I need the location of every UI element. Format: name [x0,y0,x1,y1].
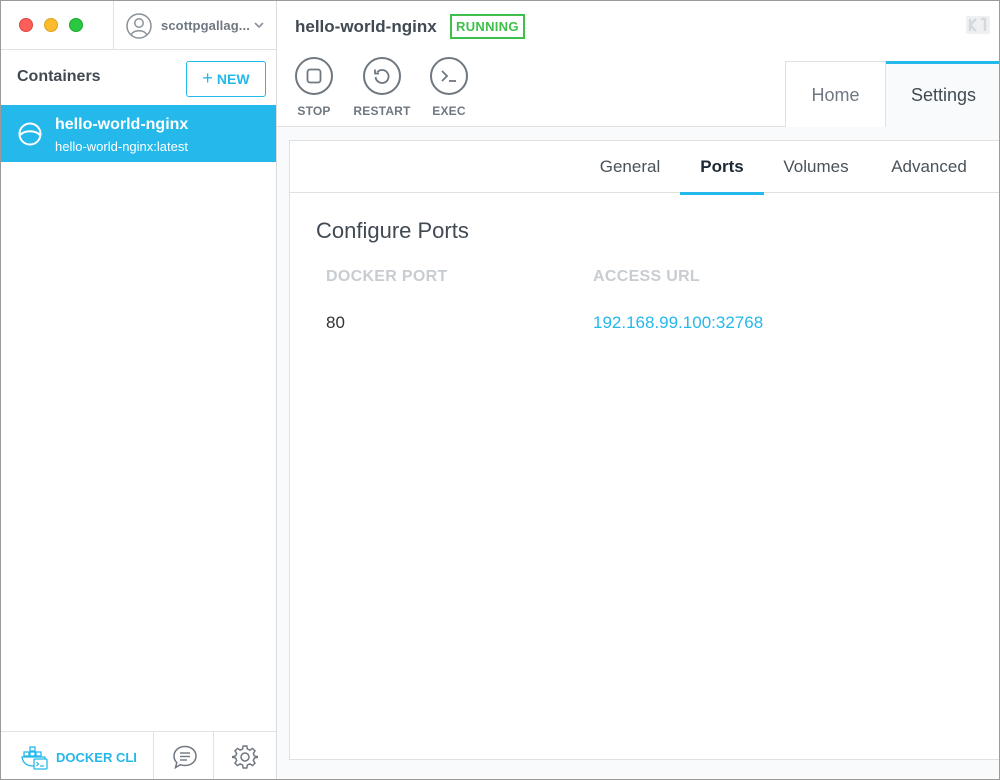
access-url-link[interactable]: 192.168.99.100:32768 [593,313,763,333]
new-container-button[interactable]: + NEW [186,61,266,97]
settings-subtabs: General Ports Volumes Advanced [290,141,999,195]
user-avatar-icon [126,13,152,39]
stop-icon [306,68,322,84]
subtab-general[interactable]: General [590,141,670,193]
stop-button[interactable]: STOP [279,57,349,121]
tab-settings[interactable]: Settings [886,61,999,127]
subtab-volumes[interactable]: Volumes [780,141,852,193]
docker-cli-button[interactable]: DOCKER CLI [1,732,154,779]
docker-port-value: 80 [326,313,345,332]
zoom-window-button[interactable] [69,18,83,32]
terminal-icon [441,70,456,82]
close-window-button[interactable] [19,18,33,32]
container-title: hello-world-nginx [295,17,437,36]
container-image: hello-world-nginx:latest [55,139,188,154]
preferences-button[interactable] [215,732,276,779]
subtab-ports[interactable]: Ports [680,141,764,195]
docker-whale-icon [21,746,48,770]
chevron-down-icon [254,22,264,29]
settings-panel: General Ports Volumes Advanced Configure… [289,140,999,760]
restart-icon [374,69,390,84]
container-icon [18,122,42,146]
section-title: Configure Ports [316,218,469,243]
sidebar-topbar: scottpgallag... [1,1,276,50]
status-badge: RUNNING [450,14,525,39]
kitematic-logo [966,16,990,34]
docker-cli-label: DOCKER CLI [56,750,137,765]
main-area: hello-world-nginx RUNNING STOP RESTART E… [277,1,999,779]
column-header-access-url: ACCESS URL [593,268,701,285]
restart-button[interactable]: RESTART [347,57,417,121]
exec-label: EXEC [432,104,466,118]
feedback-button[interactable] [155,732,214,779]
new-button-label: NEW [216,71,250,87]
exec-button[interactable]: EXEC [414,57,484,121]
subtab-advanced[interactable]: Advanced [884,141,974,193]
minimize-window-button[interactable] [44,18,58,32]
restart-label: RESTART [353,104,411,118]
restart-circle [363,57,401,95]
stop-label: STOP [297,104,331,118]
gear-icon [232,745,258,769]
stop-circle [295,57,333,95]
main-header: hello-world-nginx RUNNING STOP RESTART E… [277,1,999,127]
container-name: hello-world-nginx [55,116,189,133]
plus-icon: + [202,68,213,88]
exec-circle [430,57,468,95]
user-name: scottpgallag... [161,18,250,33]
user-account-menu[interactable]: scottpgallag... [113,1,276,50]
tab-home[interactable]: Home [785,61,886,127]
containers-heading: Containers [17,68,101,85]
sidebar: scottpgallag... Containers + NEW hello-w… [1,1,277,779]
sidebar-footer: DOCKER CLI [1,731,276,779]
chat-bubble-icon [173,745,197,770]
header-divider [277,126,785,127]
container-list-item[interactable]: hello-world-nginx hello-world-nginx:late… [1,105,276,162]
column-header-docker-port: DOCKER PORT [326,268,448,285]
app-window: scottpgallag... Containers + NEW hello-w… [0,0,1000,780]
